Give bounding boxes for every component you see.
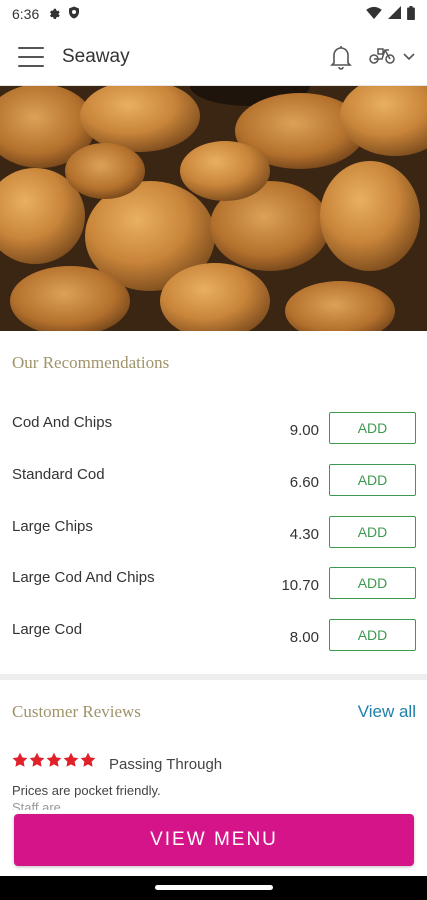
add-button[interactable]: ADD xyxy=(329,619,416,651)
home-gesture-pill[interactable] xyxy=(155,885,273,890)
menu-item-row: Large Chips 4.30 ADD xyxy=(0,516,427,568)
hamburger-menu-icon[interactable] xyxy=(18,46,44,67)
page-title: Seaway xyxy=(62,45,130,67)
bell-icon[interactable] xyxy=(329,44,353,70)
star-icon xyxy=(80,752,96,767)
star-icon xyxy=(46,752,62,767)
add-button[interactable]: ADD xyxy=(329,464,416,496)
menu-item-row: Standard Cod 6.60 ADD xyxy=(0,464,427,516)
scooter-icon xyxy=(369,44,395,69)
system-nav-bar xyxy=(0,876,427,900)
item-name: Large Chips xyxy=(12,518,93,535)
battery-icon xyxy=(407,5,415,23)
item-name: Cod And Chips xyxy=(12,414,113,431)
reviews-title: Customer Reviews xyxy=(12,702,141,721)
item-name: Large Cod And Chips xyxy=(12,569,155,586)
view-menu-button[interactable]: VIEW MENU xyxy=(14,814,414,866)
delivery-selector[interactable] xyxy=(369,44,415,69)
review-text-more: Staff are ... xyxy=(12,800,76,810)
status-time: 6:36 xyxy=(12,6,40,22)
menu-item-row: Cod And Chips 9.00 ADD xyxy=(0,412,427,464)
menu-item-row: Large Cod 8.00 ADD xyxy=(0,619,427,671)
star-icon xyxy=(12,752,28,767)
add-button[interactable]: ADD xyxy=(329,412,416,444)
add-button[interactable]: ADD xyxy=(329,516,416,548)
star-rating xyxy=(12,752,96,768)
hero-food-image xyxy=(0,86,427,331)
menu-item-row: Large Cod And Chips 10.70 ADD xyxy=(0,567,427,619)
item-name: Large Cod xyxy=(12,621,83,638)
review-text: Prices are pocket friendly. xyxy=(12,783,161,798)
item-price: 9.00 xyxy=(289,422,319,439)
settings-gear-icon xyxy=(47,6,60,22)
recommendations-title: Our Recommendations xyxy=(12,353,170,372)
item-name: Standard Cod xyxy=(12,466,105,483)
add-button[interactable]: ADD xyxy=(329,567,416,599)
reviews-section: Customer Reviews View all Passing Throug… xyxy=(0,680,427,810)
item-price: 10.70 xyxy=(281,577,319,594)
chevron-down-icon xyxy=(403,48,415,66)
item-price: 8.00 xyxy=(289,629,319,646)
view-all-link[interactable]: View all xyxy=(358,702,416,722)
recommendations-section: Our Recommendations Cod And Chips 9.00 A… xyxy=(0,331,427,674)
star-icon xyxy=(29,752,45,767)
app-bar: Seaway xyxy=(0,28,427,86)
signal-icon xyxy=(388,6,401,22)
star-icon xyxy=(63,752,79,767)
item-price: 6.60 xyxy=(289,474,319,491)
wifi-icon xyxy=(366,6,382,22)
reviewer-name: Passing Through xyxy=(109,756,223,773)
item-price: 4.30 xyxy=(289,526,319,543)
status-bar: 6:36 xyxy=(0,0,427,28)
shield-icon xyxy=(68,6,80,22)
